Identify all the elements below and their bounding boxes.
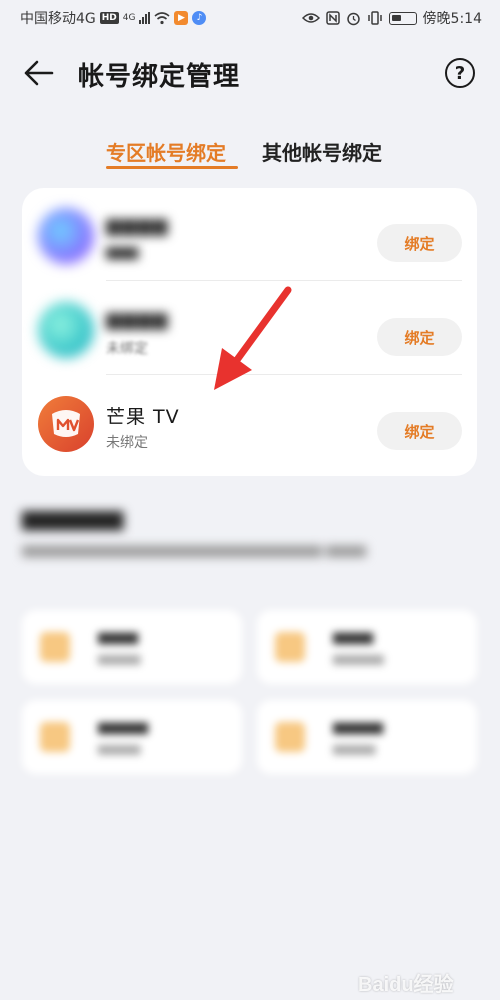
video-app-icon <box>38 208 94 264</box>
back-button[interactable] <box>22 56 56 90</box>
alarm-icon <box>346 12 360 25</box>
account-status: 未绑定 <box>106 435 148 451</box>
back-arrow-icon <box>24 60 54 86</box>
baidu-watermark: Baidu经验 <box>358 974 454 996</box>
account-name-blurred: ▆▆▆▆ <box>106 214 169 236</box>
account-status-blurred: ▆▆▆ <box>106 244 139 260</box>
bind-button-mango-tv[interactable]: 绑定 <box>377 412 462 450</box>
carrier-label: 中国移动4G <box>20 11 96 27</box>
tab-other-account-binding[interactable]: 其他帐号绑定 <box>262 137 382 166</box>
status-bar: 中国移动4G HD 4G ▶ ♪ 傍晚5:14 <box>0 0 500 34</box>
benefit-icon <box>275 722 305 752</box>
benefit-tile[interactable]: ▆▆▆▆ ▆▆▆▆▆▆ <box>257 610 477 684</box>
help-button[interactable]: ? <box>445 58 475 88</box>
page-title: 帐号绑定管理 <box>78 62 241 92</box>
nfc-icon <box>325 11 340 25</box>
benefit-icon <box>40 722 70 752</box>
section-title-blurred: ▆▆▆▆▆▆ <box>22 506 124 531</box>
benefit-tile[interactable]: ▆▆▆▆▆ ▆▆▆▆▆ <box>22 700 242 774</box>
benefit-tile[interactable]: ▆▆▆▆▆ ▆▆▆▆▆ <box>257 700 477 774</box>
bind-button[interactable]: 绑定 <box>377 318 462 356</box>
app-notification-icon: ▶ <box>174 11 189 25</box>
account-status: 未绑定 <box>106 341 148 357</box>
section-description-blurred: ▆▆▆▆▆▆▆▆▆▆▆▆▆▆▆▆▆▆▆▆▆▆▆▆▆▆▆▆▆▆ ▆▆▆▆ <box>22 543 367 558</box>
status-time: 傍晚5:14 <box>422 11 482 27</box>
account-name-blurred: ▆▆▆▆ <box>106 308 169 330</box>
active-tab-indicator <box>106 166 238 169</box>
wifi-icon <box>154 11 171 24</box>
benefit-tile[interactable]: ▆▆▆▆ ▆▆▆▆▆ <box>22 610 242 684</box>
account-row: ▆▆▆▆ ▆▆▆ 绑定 <box>22 190 477 282</box>
hd-badge: HD <box>99 12 119 24</box>
signal-icon <box>139 12 151 24</box>
question-mark-icon: ? <box>454 62 466 84</box>
benefit-icon <box>275 632 305 662</box>
eye-icon <box>301 13 320 23</box>
row-divider <box>106 280 462 281</box>
vibrate-icon <box>367 11 382 25</box>
bind-button[interactable]: 绑定 <box>377 224 462 262</box>
battery-icon <box>388 11 417 25</box>
benefit-icon <box>40 632 70 662</box>
music-notification-icon: ♪ <box>192 11 207 25</box>
annotation-arrow-icon <box>214 286 292 390</box>
music-app-icon <box>38 302 94 358</box>
tab-zone-account-binding[interactable]: 专区帐号绑定 <box>106 137 226 166</box>
secondary-4g-label: 4G <box>122 13 136 23</box>
mango-tv-icon <box>38 396 94 452</box>
account-name: 芒果 TV <box>106 406 180 428</box>
